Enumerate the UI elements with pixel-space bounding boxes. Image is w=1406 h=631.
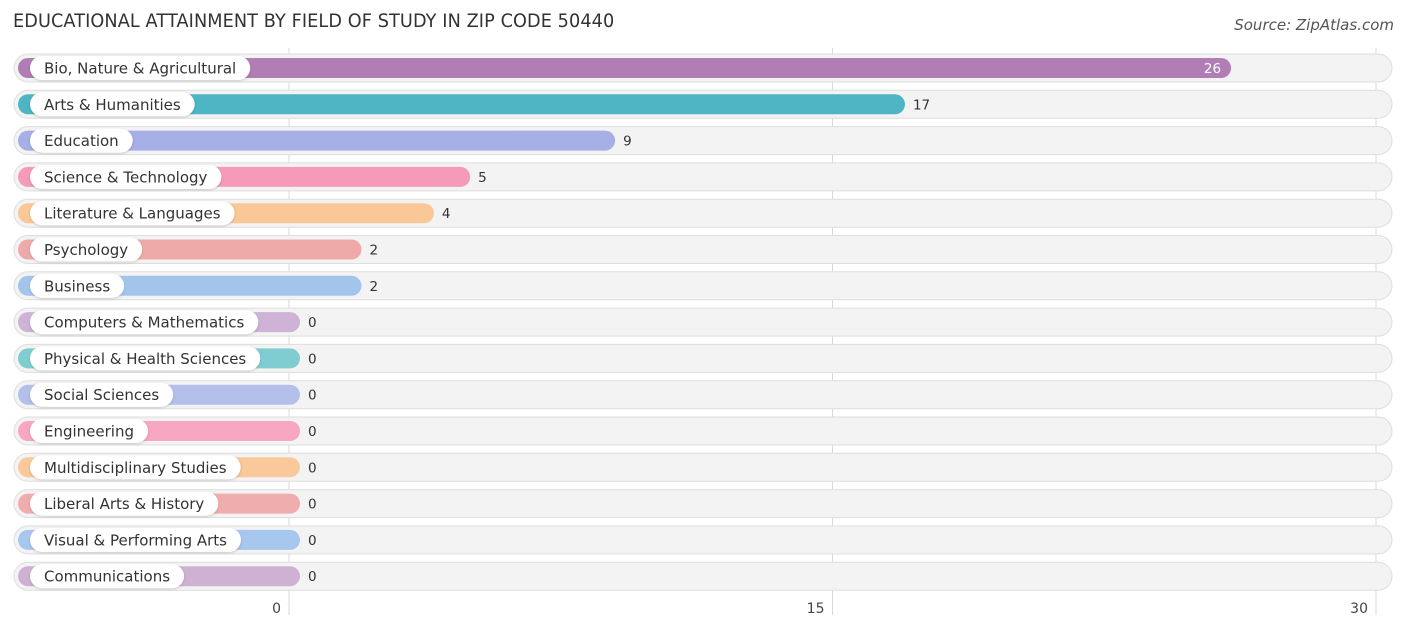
bar-row: Communications 0 bbox=[13, 561, 1393, 591]
bar-row: Computers & Mathematics 0 bbox=[13, 307, 1393, 337]
value-label: 0 bbox=[308, 424, 317, 440]
bar-row: Literature & Languages 4 bbox=[13, 198, 1393, 228]
category-label: Psychology bbox=[44, 241, 128, 259]
value-label: 4 bbox=[442, 206, 451, 222]
category-label: Communications bbox=[44, 568, 170, 586]
bar-row: Physical & Health Sciences 0 bbox=[13, 343, 1393, 373]
category-label: Social Sciences bbox=[44, 386, 159, 404]
value-label: 0 bbox=[308, 388, 317, 404]
bar-row: Business 2 bbox=[13, 271, 1393, 301]
category-label: Business bbox=[44, 277, 110, 295]
bar-row: Visual & Performing Arts 0 bbox=[13, 525, 1393, 555]
value-label: 0 bbox=[308, 533, 317, 549]
value-label: 0 bbox=[308, 460, 317, 476]
category-label: Liberal Arts & History bbox=[44, 495, 204, 513]
bar-row: Arts & Humanities 17 bbox=[13, 89, 1393, 119]
value-label: 5 bbox=[478, 170, 487, 186]
value-label: 26 bbox=[1204, 61, 1221, 77]
value-label: 9 bbox=[623, 134, 632, 150]
category-label: Literature & Languages bbox=[44, 205, 221, 223]
category-label: Bio, Nature & Agricultural bbox=[44, 60, 236, 78]
x-axis-ticks: 0 15 30 bbox=[272, 601, 1368, 617]
bar-row: Multidisciplinary Studies 0 bbox=[13, 452, 1393, 482]
bar-row: Psychology 2 bbox=[13, 235, 1393, 264]
bar-row: Social Sciences 0 bbox=[13, 380, 1393, 410]
bar-rows: Bio, Nature & Agricultural 26 Arts & Human… bbox=[13, 53, 1393, 591]
value-label: 0 bbox=[308, 351, 317, 367]
x-tick-label: 30 bbox=[1350, 601, 1368, 617]
value-label: 0 bbox=[308, 315, 317, 331]
bar-chart: Bio, Nature & Agricultural 26 Arts & Human… bbox=[13, 48, 1393, 617]
category-label: Multidisciplinary Studies bbox=[44, 459, 227, 477]
category-label: Science & Technology bbox=[44, 168, 208, 186]
category-label: Visual & Performing Arts bbox=[44, 531, 227, 549]
x-tick-label: 15 bbox=[807, 601, 825, 617]
category-label: Engineering bbox=[44, 423, 134, 441]
x-tick-label: 0 bbox=[272, 601, 281, 617]
bar-row: Liberal Arts & History 0 bbox=[13, 489, 1393, 519]
category-label: Physical & Health Sciences bbox=[44, 350, 246, 368]
value-label: 2 bbox=[369, 243, 378, 259]
bar-row: Education 9 bbox=[13, 126, 1393, 156]
value-label: 2 bbox=[369, 279, 378, 295]
bar-row: Bio, Nature & Agricultural 26 bbox=[13, 53, 1393, 83]
bar-row: Engineering 0 bbox=[13, 416, 1393, 446]
category-label: Education bbox=[44, 132, 119, 150]
category-label: Computers & Mathematics bbox=[44, 314, 244, 332]
bar-row: Science & Technology 5 bbox=[13, 162, 1393, 192]
value-label: 17 bbox=[913, 97, 930, 113]
category-label: Arts & Humanities bbox=[44, 96, 181, 114]
value-label: 0 bbox=[308, 569, 317, 585]
value-label: 0 bbox=[308, 497, 317, 513]
